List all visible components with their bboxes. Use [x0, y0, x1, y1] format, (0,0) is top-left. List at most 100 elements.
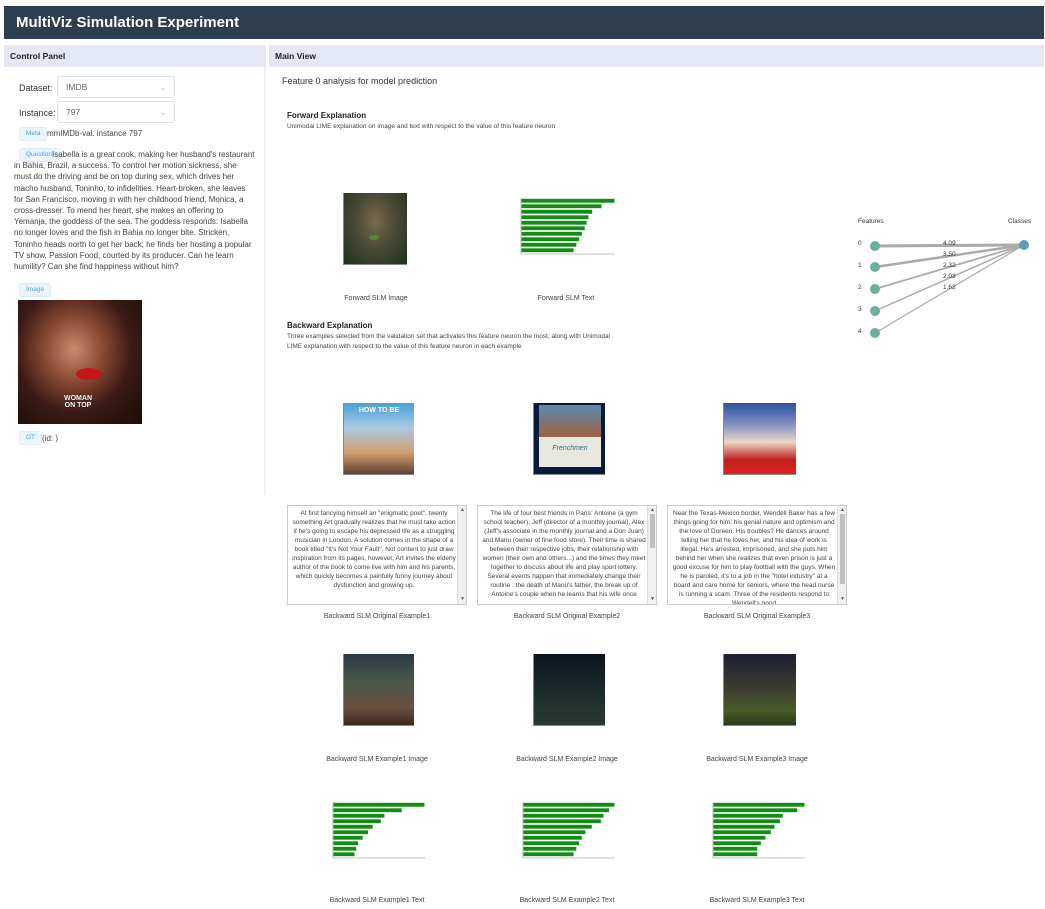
backward-example3-slm-image	[723, 654, 796, 726]
chart-bar	[523, 808, 610, 813]
gt-text: (id: )	[42, 434, 58, 443]
weight-label-2: 2.32	[943, 262, 956, 269]
class-node[interactable]	[1019, 240, 1029, 250]
chart-bar	[333, 852, 355, 857]
control-panel-header: Control Panel	[4, 45, 266, 67]
backward-desc-line2: LIME explanation with respect to the val…	[287, 343, 522, 350]
chart-bar	[333, 846, 357, 851]
chart-bar	[713, 813, 783, 818]
chart-bar	[713, 830, 771, 835]
example3-original-caption: Backward SLM Original Example3	[703, 613, 811, 620]
chart-bar	[713, 824, 775, 829]
forward-desc: Unimodal LIME explanation on image and t…	[287, 123, 556, 130]
feature-label-4: 4	[858, 328, 862, 335]
chart-bar	[521, 220, 587, 225]
chevron-down-icon: ⌄	[159, 107, 167, 117]
chart-bar	[523, 841, 580, 846]
chart-bar	[333, 841, 359, 846]
backward-example3-poster	[723, 403, 796, 475]
forward-slm-text-chart	[520, 198, 615, 255]
backward-example2-textbox[interactable]: The life of four best friends in Paris: …	[477, 505, 657, 605]
feature-node-2[interactable]	[870, 284, 880, 294]
chart-bar	[523, 819, 601, 824]
poster-title: WOMAN ON TOP	[64, 395, 92, 409]
chart-bar	[521, 215, 589, 220]
chart-bar	[521, 204, 602, 209]
classes-label: Classes	[1008, 218, 1032, 225]
chart-bar	[333, 819, 381, 824]
feature-node-3[interactable]	[870, 306, 880, 316]
instance-poster-image: WOMAN ON TOP	[18, 300, 142, 424]
example2-original-caption: Backward SLM Original Example2	[513, 613, 621, 620]
backward-example3-textbox[interactable]: Near the Texas-Mexico border, Wendell Ba…	[667, 505, 847, 605]
weight-label-1: 3.50	[943, 251, 956, 258]
chart-bar	[523, 802, 615, 807]
chart-bar	[333, 813, 385, 818]
scrollbar[interactable]: ▲ ▼	[647, 506, 656, 604]
chart-bar	[523, 813, 604, 818]
chart-bar	[333, 830, 369, 835]
analysis-title: Feature 0 analysis for model prediction	[282, 76, 438, 86]
example2-image-caption: Backward SLM Example2 Image	[516, 756, 618, 763]
instance-select[interactable]: 797 ⌄	[57, 101, 175, 123]
weight-label-0: 4.09	[943, 240, 956, 247]
chart-bar	[521, 242, 577, 247]
example2-text: The life of four best friends in Paris: …	[482, 510, 646, 598]
example1-original-caption: Backward SLM Original Example1	[323, 613, 431, 620]
backward-title: Backward Explanation	[287, 321, 373, 330]
backward-example1-slm-image	[343, 654, 414, 726]
chart-bar	[523, 852, 574, 857]
features-label: Features	[858, 218, 884, 225]
backward-desc-line1: Three examples selected from the validat…	[287, 333, 611, 340]
scrollbar[interactable]: ▲ ▼	[457, 506, 466, 604]
feature-node-0[interactable]	[870, 241, 880, 251]
example1-text-caption: Backward SLM Example1 Text	[329, 897, 425, 904]
chevron-down-icon: ⌄	[159, 82, 167, 92]
example1-poster-title: HOW TO BE	[358, 407, 400, 414]
chart-bar	[521, 237, 580, 242]
app-header: MultiViz Simulation Experiment	[4, 6, 1044, 39]
backward-example1-textbox[interactable]: At first fancying himself an "enigmatic …	[287, 505, 467, 605]
example2-poster-title: Frenchmen	[552, 445, 588, 452]
feature-label-1: 1	[858, 262, 862, 269]
chart-bar	[713, 846, 758, 851]
backward-example2-poster: Frenchmen	[533, 403, 605, 475]
instance-value: 797	[66, 107, 81, 117]
example3-text-caption: Backward SLM Example3 Text	[709, 897, 805, 904]
backward-example2-text-chart	[522, 802, 615, 859]
chart-bar	[521, 226, 585, 231]
forward-slm-image-plot	[343, 193, 407, 265]
weight-label-3: 2.03	[943, 273, 956, 280]
scrollbar[interactable]: ▲ ▼	[837, 506, 846, 604]
chart-bar	[713, 808, 798, 813]
chart-bar	[523, 824, 592, 829]
chart-bar	[521, 248, 574, 253]
chart-bar	[713, 819, 780, 824]
backward-example3-text-chart	[712, 802, 805, 859]
chart-bar	[333, 808, 402, 813]
chart-bar	[333, 824, 373, 829]
chart-bar	[713, 852, 758, 857]
chart-bar	[523, 835, 582, 840]
dataset-value: IMDB	[66, 82, 88, 92]
dataset-label: Dataset:	[19, 83, 53, 93]
example1-text: At first fancying himself an "enigmatic …	[292, 510, 456, 589]
chart-bar	[713, 835, 766, 840]
feature-label-3: 3	[858, 306, 862, 313]
backward-example1-text-chart	[332, 802, 425, 859]
backward-example2-slm-image	[533, 654, 605, 726]
chart-bar	[521, 231, 582, 236]
feature-node-1[interactable]	[870, 262, 880, 272]
meta-tag: Meta	[19, 127, 48, 141]
example2-text-caption: Backward SLM Example2 Text	[519, 897, 615, 904]
chart-bar	[523, 830, 586, 835]
chart-bar	[713, 802, 805, 807]
chart-bar	[333, 835, 363, 840]
chart-bar	[521, 198, 615, 203]
feature-node-4[interactable]	[870, 328, 880, 338]
example3-image-caption: Backward SLM Example3 Image	[706, 756, 808, 763]
question-text: Isabella is a great cook, making her hus…	[14, 150, 255, 272]
chart-bar	[333, 802, 425, 807]
dataset-select[interactable]: IMDB ⌄	[57, 76, 175, 98]
main-view-header: Main View	[269, 45, 1044, 67]
